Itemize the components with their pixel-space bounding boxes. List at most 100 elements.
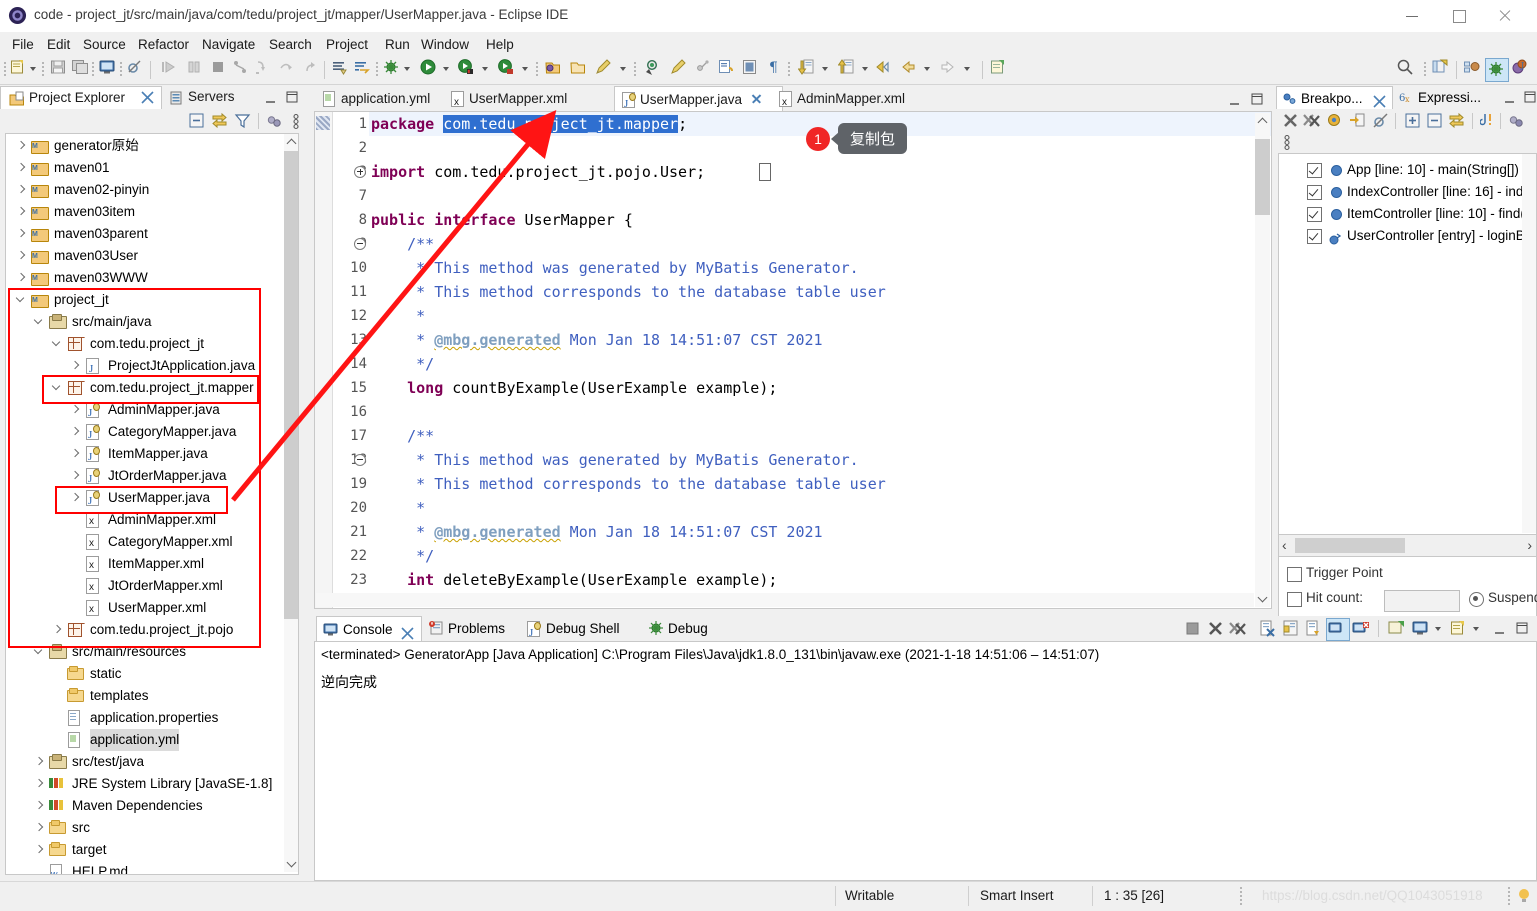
save-icon[interactable] [50, 59, 66, 75]
editor-hscrollbar[interactable] [316, 593, 1254, 607]
new-dropdown-icon[interactable] [30, 67, 36, 71]
link-to-debug-view-icon[interactable] [1349, 112, 1366, 129]
tab-debug[interactable]: Debug [644, 616, 724, 641]
hit-count-input[interactable] [1384, 590, 1460, 612]
show-console-on-output-icon[interactable] [1305, 620, 1322, 637]
close-icon[interactable] [1373, 92, 1386, 108]
prev-annotation-icon[interactable] [838, 59, 854, 75]
breakpoints-list[interactable]: App [line: 10] - main(String[]) IndexCon… [1278, 153, 1537, 536]
project-tree[interactable]: generator原始 maven01 maven02-pinyin maven… [5, 133, 299, 875]
minimize-icon[interactable] [1504, 92, 1515, 103]
maximize-icon[interactable] [1524, 91, 1536, 103]
new-console-view-icon[interactable] [1412, 620, 1429, 637]
maximize-icon[interactable] [286, 91, 298, 103]
expand-all-icon[interactable] [1404, 112, 1421, 129]
menu-item-project[interactable]: Project [320, 35, 374, 54]
menu-item-file[interactable]: File [6, 35, 40, 54]
search-icon[interactable] [1396, 58, 1414, 76]
menu-item-window[interactable]: Window [415, 35, 475, 54]
editor-tab-usermapper-java[interactable]: UserMapper.java [614, 86, 783, 112]
working-sets-icon[interactable] [1508, 113, 1525, 130]
new-class-icon[interactable] [742, 59, 758, 75]
display-selected-console-icon[interactable] [1328, 620, 1345, 637]
java-ee-perspective-icon[interactable] [1464, 59, 1480, 75]
java-perspective-icon[interactable]: J [1512, 59, 1528, 75]
remove-all-breakpoints-icon[interactable] [1303, 112, 1322, 129]
code-editor[interactable]: 1 2 3 7 8 9 10 11 12 13 14 15 16 17 18 1… [314, 111, 1272, 609]
trigger-point-checkbox[interactable] [1287, 567, 1302, 582]
breakpoints-vscrollbar[interactable] [1522, 154, 1536, 533]
tab-breakpoints[interactable]: Breakpo... [1276, 86, 1393, 110]
open-console-icon[interactable] [1352, 620, 1371, 637]
lock-scroll-icon[interactable] [1282, 620, 1299, 637]
twisty-icon[interactable] [32, 839, 46, 861]
link-with-debug-view-icon[interactable] [1448, 112, 1465, 129]
code-text[interactable]: package com.tedu.project_jt.mapper; impo… [371, 112, 1271, 608]
new-wizard-icon[interactable] [10, 59, 26, 75]
open-folder-icon[interactable] [545, 59, 561, 75]
console-output[interactable]: <terminated> GeneratorApp [Java Applicat… [314, 641, 1537, 881]
twisty-icon[interactable] [32, 751, 46, 773]
pilcrow-icon[interactable]: ¶ [766, 59, 782, 75]
pencil-icon[interactable] [670, 59, 686, 75]
open-type-icon[interactable] [332, 59, 348, 75]
focus-on-active-task-icon[interactable] [266, 113, 283, 130]
debug-icon[interactable] [383, 59, 399, 75]
remove-breakpoint-icon[interactable] [1282, 112, 1299, 129]
editor-marker-bar[interactable] [315, 112, 333, 608]
next-annotation-dropdown-icon[interactable] [822, 67, 828, 71]
fold-collapse-icon[interactable] [353, 448, 366, 472]
new-editor-icon[interactable] [990, 59, 1006, 75]
twisty-icon[interactable] [14, 267, 28, 289]
marker-icon[interactable] [595, 59, 611, 75]
profile-dropdown-icon[interactable] [522, 67, 528, 71]
twisty-icon[interactable] [68, 465, 82, 487]
twisty-icon[interactable] [14, 157, 28, 179]
editor-tab-adminmapper-xml[interactable]: AdminMapper.xml [772, 86, 929, 111]
minimize-icon[interactable] [1494, 623, 1505, 634]
view-menu-icon[interactable] [291, 113, 301, 130]
twisty-icon[interactable] [14, 179, 28, 201]
twisty-icon[interactable] [68, 443, 82, 465]
twisty-icon[interactable] [50, 377, 64, 399]
maximize-icon[interactable] [1251, 93, 1263, 105]
back-icon[interactable] [900, 59, 916, 75]
tab-project-explorer[interactable]: Project Explorer [0, 86, 162, 110]
twisty-icon[interactable] [68, 421, 82, 443]
tree-vscrollbar[interactable] [284, 134, 298, 872]
disable-breakpoint-icon[interactable] [1372, 112, 1389, 129]
tab-problems[interactable]: Problems [424, 616, 520, 641]
minimize-icon[interactable] [265, 92, 276, 103]
chevron-right-icon[interactable]: › [1527, 537, 1532, 553]
collapse-all-icon[interactable] [188, 112, 205, 129]
twisty-icon[interactable] [32, 641, 46, 663]
close-icon[interactable] [401, 623, 414, 640]
editor-tab-usermapper-xml[interactable]: UserMapper.xml [444, 86, 596, 111]
run-dropdown-icon[interactable] [443, 67, 449, 71]
menu-item-help[interactable]: Help [480, 35, 520, 54]
twisty-icon[interactable] [68, 355, 82, 377]
twisty-icon[interactable] [32, 795, 46, 817]
new-java-project-icon[interactable] [718, 59, 734, 75]
prev-annotation-dropdown-icon[interactable] [862, 67, 868, 71]
remove-all-terminated-icon[interactable] [1229, 620, 1248, 637]
breakpoint-checkbox[interactable] [1307, 229, 1322, 244]
close-icon[interactable] [750, 92, 763, 105]
chevron-left-icon[interactable]: ‹ [1282, 537, 1287, 553]
menu-item-source[interactable]: Source [77, 35, 132, 54]
maximize-button[interactable] [1436, 0, 1482, 31]
menu-item-refactor[interactable]: Refactor [132, 35, 195, 54]
tab-debug-shell[interactable]: Debug Shell [522, 616, 642, 641]
pager-bar[interactable] [1295, 538, 1405, 553]
new-perspective-icon[interactable] [1432, 59, 1448, 75]
run-as-dropdown-icon[interactable] [482, 67, 488, 71]
remove-launch-icon[interactable] [1207, 620, 1224, 637]
close-icon[interactable] [141, 91, 154, 104]
back-history-icon[interactable] [876, 59, 892, 75]
fold-expand-icon[interactable] [353, 160, 366, 184]
save-all-icon[interactable] [72, 59, 88, 75]
tab-console[interactable]: Console [316, 616, 422, 642]
menu-item-search[interactable]: Search [263, 35, 318, 54]
breakpoint-detail-pager[interactable]: ‹ › [1278, 534, 1537, 558]
marker-dropdown-icon[interactable] [620, 67, 626, 71]
